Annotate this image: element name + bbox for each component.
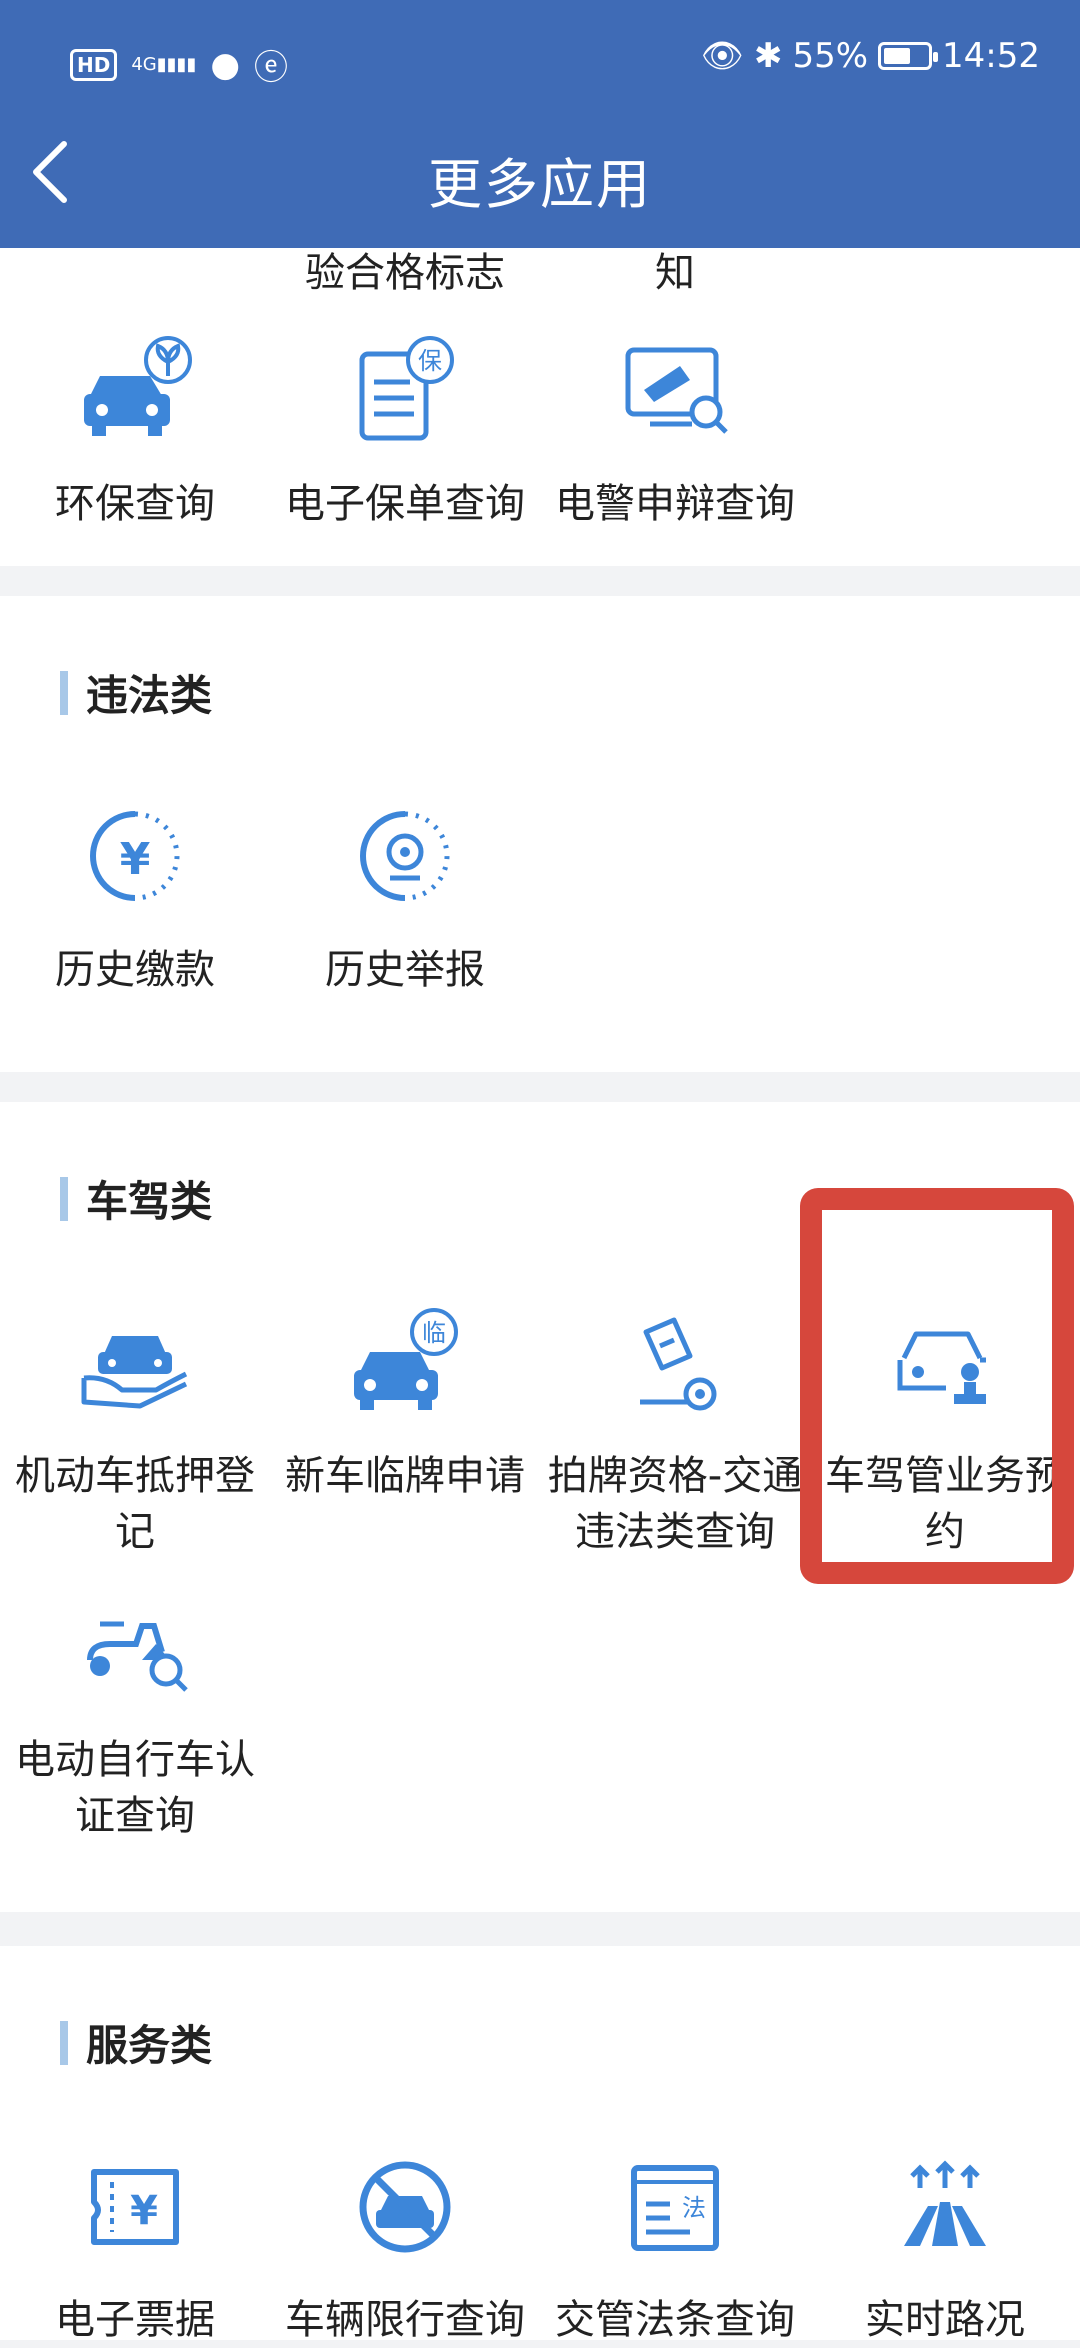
app-item-ebike-cert[interactable]: 电动自行车认证查询 [0, 1582, 270, 1844]
network-type: 4G [131, 53, 157, 75]
app-item-vehicle-mortgage[interactable]: 机动车抵押登记 [0, 1298, 270, 1560]
section-title: 违法类 [60, 662, 212, 723]
svg-text:¥: ¥ [130, 2188, 158, 2234]
bluetooth-icon: ✱ [753, 36, 783, 76]
hd-badge: HD [70, 48, 118, 81]
app-item-plate-qualification[interactable]: 拍牌资格-交通违法类查询 [540, 1298, 810, 1560]
yuan-circle-icon: ¥ [90, 811, 180, 901]
car-temp-plate-icon: 临 [354, 1308, 458, 1410]
car-leaf-icon [84, 336, 192, 436]
section-title: 车驾类 [60, 1168, 212, 1229]
section-title: 服务类 [60, 2012, 212, 2073]
app-item-e-policy[interactable]: 保 电子保单查询 [270, 326, 540, 532]
signal-icon: 4G▮▮▮▮ [131, 53, 197, 75]
app-label: 电警申辩查询 [555, 481, 795, 527]
gavel-search-icon [640, 1317, 717, 1411]
section-violation: 违法类 ¥ 历史缴款 历史举报 [0, 596, 1080, 1072]
svg-text:法: 法 [682, 2194, 706, 2222]
section-title-text: 服务类 [86, 2021, 213, 2070]
app-label: 历史举报 [325, 947, 485, 993]
app-label: 历史缴款 [55, 947, 215, 993]
svg-text:临: 临 [422, 1319, 446, 1347]
app-item-e-receipt[interactable]: ¥ 电子票据 [0, 2142, 270, 2348]
app-item-env-query[interactable]: 环保查询 [0, 326, 270, 532]
section-title-text: 车驾类 [86, 1177, 213, 1226]
highlight-box [800, 1188, 1074, 1584]
app-label: 电动自行车认证查询 [15, 1737, 255, 1839]
status-bar: HD 4G▮▮▮▮ ● ⓔ 👁 ✱ 55% 14:52 [0, 30, 1080, 90]
section-title-text: 违法类 [86, 671, 213, 720]
partial-label-2[interactable]: 知 [540, 240, 810, 298]
car-hand-icon [81, 1336, 188, 1409]
app-item-temp-plate[interactable]: 临 新车临牌申请 [270, 1298, 540, 1504]
chat-icon: ● [210, 44, 241, 85]
app-item-history-payment[interactable]: ¥ 历史缴款 [0, 792, 270, 998]
svg-text:¥: ¥ [120, 834, 151, 885]
partial-label-1[interactable]: 验合格标志 [270, 240, 540, 298]
app-label: 拍牌资格-交通违法类查询 [547, 1453, 803, 1555]
browser-icon: ⓔ [254, 48, 289, 88]
section-service: 服务类 ¥ 电子票据 车辆限行查询 法 交管法条查询 实时路况 [0, 1946, 1080, 2343]
scooter-search-icon [86, 1621, 188, 1692]
app-label: 环保查询 [55, 481, 215, 527]
app-item-restriction[interactable]: 车辆限行查询 [270, 2142, 540, 2348]
app-label: 机动车抵押登记 [15, 1453, 255, 1555]
app-item-traffic-law[interactable]: 法 交管法条查询 [540, 2142, 810, 2348]
page-title: 更多应用 [428, 153, 652, 216]
camera-report-icon [360, 811, 450, 901]
no-car-icon [359, 2161, 451, 2253]
insurance-doc-icon: 保 [359, 336, 454, 441]
app-item-camera-appeal[interactable]: 电警申辩查询 [540, 326, 810, 532]
law-doc-icon: 法 [631, 2165, 719, 2251]
receipt-icon: ¥ [91, 2169, 179, 2245]
app-item-live-traffic[interactable]: 实时路况 [810, 2142, 1080, 2348]
road-icon [904, 2160, 986, 2246]
app-label: 新车临牌申请 [285, 1453, 525, 1499]
svg-text:保: 保 [418, 347, 442, 375]
app-label: 电子保单查询 [285, 481, 525, 527]
clock: 14:52 [942, 36, 1040, 76]
camera-search-icon [625, 347, 728, 434]
section-top: 验合格标志 知 环保查询 保 电子保单查询 电警申辩查询 [0, 248, 1080, 566]
battery-icon [878, 42, 939, 70]
battery-percent: 55% [792, 36, 869, 76]
app-item-history-report[interactable]: 历史举报 [270, 792, 540, 998]
app-header: HD 4G▮▮▮▮ ● ⓔ 👁 ✱ 55% 14:52 更多应用 [0, 0, 1080, 248]
eye-icon: 👁 [700, 36, 744, 76]
